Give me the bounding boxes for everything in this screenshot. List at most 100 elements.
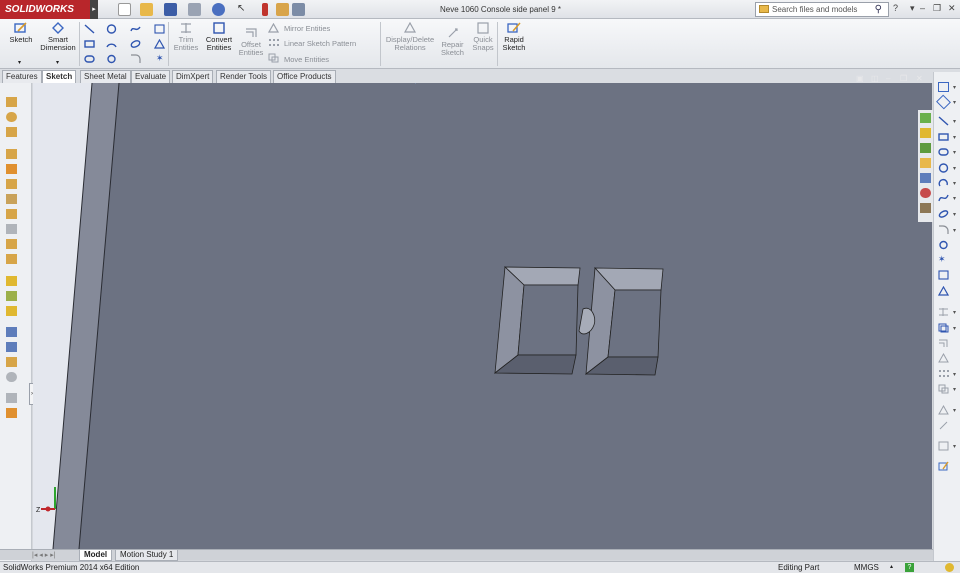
dropdown-arrow-icon[interactable]: ▾ [953, 165, 956, 172]
edit-appearance-icon[interactable] [519, 83, 530, 84]
dropdown-arrow-icon[interactable]: ▾ [953, 149, 956, 156]
linear-pattern-icon[interactable] [6, 254, 17, 264]
dropdown-arrow-icon[interactable]: ▾ [953, 227, 956, 234]
dropdown-arrow-icon[interactable]: ▾ [953, 118, 956, 125]
tab-motion-study-1[interactable]: Motion Study 1 [115, 550, 179, 561]
dropdown-arrow-icon[interactable]: ▾ [953, 325, 956, 332]
unit-system-selector[interactable]: MMGS [854, 562, 879, 573]
search-input[interactable]: Search files and models ⚲ [755, 2, 889, 17]
fillet-feature-icon[interactable] [6, 179, 17, 189]
view-orientation-icon[interactable] [446, 83, 457, 84]
instant3d-icon[interactable] [6, 306, 17, 316]
restore-icon[interactable]: ❐ [933, 3, 941, 14]
tab-sheet-metal[interactable]: Sheet Metal [80, 70, 131, 83]
linear-sketch-pattern-icon[interactable] [268, 38, 279, 48]
slot-tool-icon[interactable] [938, 147, 949, 157]
file-properties-icon[interactable] [276, 3, 289, 16]
open-folder-icon[interactable] [140, 3, 153, 16]
rapid-sketch-tool-icon[interactable] [938, 461, 949, 471]
quick-snaps-tool-icon[interactable] [938, 441, 949, 451]
dome-icon[interactable] [6, 372, 17, 382]
offset-entities-button[interactable]: Offset Entities [237, 27, 265, 57]
fillet-tool-icon[interactable] [938, 225, 949, 235]
move-entities-label[interactable]: Move Entities [284, 55, 329, 64]
line-tool-icon[interactable] [938, 116, 949, 126]
tab-model[interactable]: Model [79, 550, 113, 561]
sketch-button[interactable]: Sketch [6, 22, 36, 44]
extruded-boss-icon[interactable] [6, 97, 17, 107]
hide-show-items-icon[interactable] [492, 83, 503, 84]
convert-entities-button[interactable]: Convert Entities [203, 22, 235, 52]
fillet-icon[interactable] [130, 54, 141, 64]
sketch-dropdown-icon[interactable]: ▾ [18, 59, 29, 69]
appearances-icon[interactable] [920, 188, 931, 198]
viewport-close-icon[interactable]: ✕ [916, 74, 923, 83]
extruded-cut-icon[interactable] [6, 149, 17, 159]
convert-tool-icon[interactable] [938, 323, 949, 333]
dropdown-arrow-icon[interactable]: ▾ [953, 407, 956, 414]
help-icon[interactable]: ? [893, 3, 898, 13]
reference-geometry-icon[interactable] [6, 276, 17, 286]
rebuild-status-icon[interactable] [945, 563, 954, 572]
menu-expand-arrow-icon[interactable]: ▸ [90, 0, 98, 19]
circle-tool-icon[interactable] [938, 163, 949, 173]
hole-wizard-icon[interactable] [6, 164, 17, 174]
linear-sketch-pattern-label[interactable]: Linear Sketch Pattern [284, 39, 356, 48]
dropdown-arrow-icon[interactable]: ▾ [953, 195, 956, 202]
file-explorer-icon[interactable] [920, 143, 931, 153]
dimension-dropdown-icon[interactable]: ▾ [56, 59, 67, 69]
freeform-icon[interactable] [6, 393, 17, 403]
spline-icon[interactable] [130, 24, 141, 34]
solidworks-logo[interactable]: SOLIDWORKS [0, 0, 90, 19]
rectangle-tool-icon[interactable] [938, 132, 949, 142]
zoom-to-fit-icon[interactable] [382, 83, 393, 84]
slot-icon[interactable] [84, 54, 95, 64]
left-pocket-floor[interactable] [517, 284, 579, 356]
shell-icon[interactable] [6, 239, 17, 249]
circle-icon[interactable] [106, 24, 117, 34]
move-tool-icon[interactable] [938, 384, 949, 394]
swept-boss-icon[interactable] [6, 127, 17, 137]
help-status-icon[interactable]: ? [905, 563, 914, 572]
dropdown-arrow-icon[interactable]: ▾ [953, 134, 956, 141]
trim-entities-button[interactable]: Trim Entities [172, 22, 200, 52]
viewport-restore-icon[interactable]: ❐ [900, 74, 907, 83]
dropdown-arrow-icon[interactable]: ▾ [953, 371, 956, 378]
revolved-boss-icon[interactable] [6, 112, 17, 122]
repair-tool-icon[interactable] [938, 420, 949, 430]
relations-tool-icon[interactable] [938, 405, 949, 415]
smart-dimension-button[interactable]: Smart Dimension [38, 22, 78, 52]
sketch-toolbar-icon[interactable] [938, 82, 949, 92]
arc-tool-icon[interactable] [938, 178, 949, 188]
move-face-icon[interactable] [6, 327, 17, 337]
mirror-entities-label[interactable]: Mirror Entities [284, 24, 330, 33]
viewport-split-icon[interactable]: ◫ [871, 74, 879, 83]
help-arrow-icon[interactable]: ▾ [910, 3, 915, 14]
display-style-icon[interactable] [470, 83, 481, 84]
polygon-tool-icon[interactable] [938, 240, 949, 250]
text-icon[interactable] [154, 39, 165, 49]
tab-office-products[interactable]: Office Products [273, 70, 336, 83]
viewport-tile-icon[interactable]: ▣ [856, 74, 864, 83]
trim-tool-icon[interactable] [938, 307, 949, 317]
curves-icon[interactable] [6, 291, 17, 301]
view-palette-icon[interactable] [920, 173, 931, 183]
print-icon[interactable] [188, 3, 201, 16]
graphics-area[interactable]: Z [33, 83, 932, 549]
search-pane-icon[interactable] [920, 158, 931, 168]
search-icon[interactable]: ⚲ [875, 3, 882, 16]
save-icon[interactable] [164, 3, 177, 16]
split-line-icon[interactable] [6, 357, 17, 367]
zoom-to-area-icon[interactable] [398, 83, 409, 84]
custom-properties-icon[interactable] [920, 203, 931, 213]
viewport-minimize-icon[interactable]: – [886, 74, 890, 83]
quick-snaps-button[interactable]: Quick Snaps [470, 22, 496, 52]
ellipse-icon[interactable] [130, 39, 141, 49]
minimize-icon[interactable]: – [920, 3, 925, 13]
model-view[interactable]: Z [33, 83, 932, 549]
options-icon[interactable] [292, 3, 305, 16]
repair-sketch-button[interactable]: Repair Sketch [439, 27, 466, 57]
chamfer-icon[interactable] [6, 194, 17, 204]
point-tool-icon[interactable]: ✶ [938, 254, 949, 264]
ellipse-tool-icon[interactable] [938, 209, 949, 219]
